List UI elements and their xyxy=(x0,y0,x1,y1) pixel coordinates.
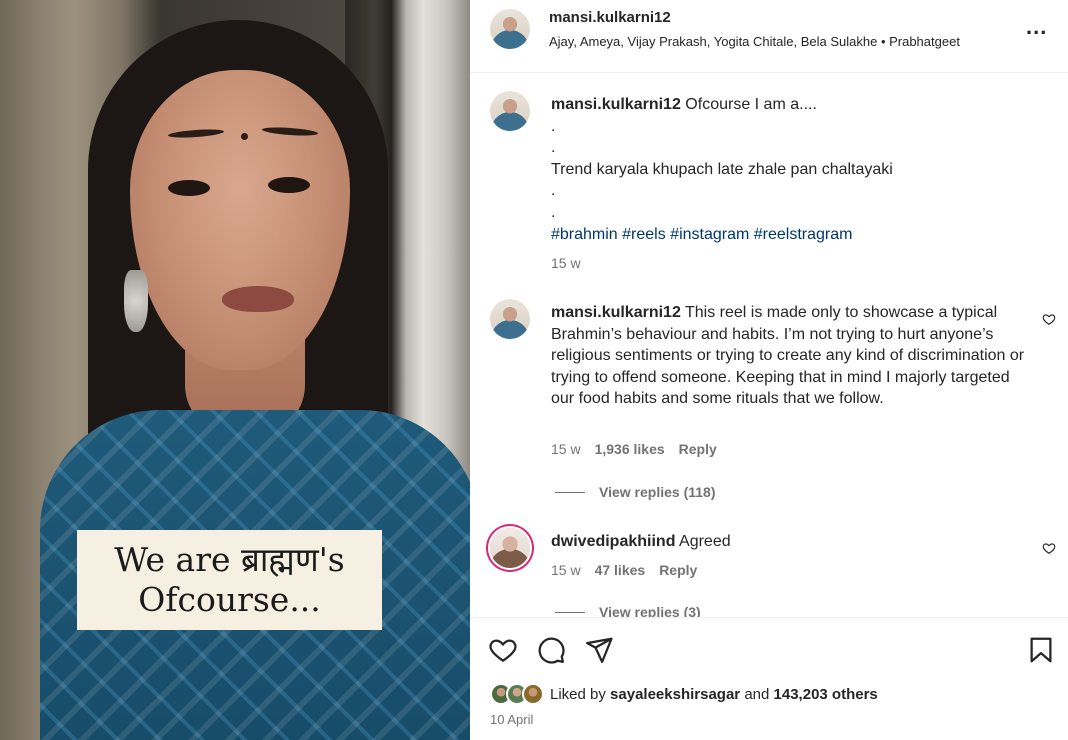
comment-username[interactable]: mansi.kulkarni12 xyxy=(551,304,681,321)
caption-dot: . xyxy=(551,117,556,135)
more-icon[interactable]: ... xyxy=(1026,14,1047,40)
view-replies-label: View replies (118) xyxy=(599,484,716,500)
liked-by-others[interactable]: 143,203 others xyxy=(774,686,878,703)
lips xyxy=(222,286,294,312)
caption-line-2: Trend karyala khupach late zhale pan cha… xyxy=(551,160,893,178)
caption-hashtags[interactable]: #brahmin #reels #instagram #reelstragram xyxy=(551,226,852,243)
caption-username[interactable]: mansi.kulkarni12 xyxy=(551,96,681,113)
view-replies-button[interactable]: View replies (3) xyxy=(555,604,701,617)
caption-dot: . xyxy=(551,182,556,200)
comment-meta: 15 w 47 likes Reply xyxy=(551,562,697,578)
left-eye xyxy=(168,180,210,196)
caption-meta: 15 w xyxy=(551,255,581,271)
caption-dot: . xyxy=(551,139,556,157)
caption-line-1: Ofcourse I am a.... xyxy=(685,96,817,113)
post-date[interactable]: 10 April xyxy=(490,712,533,727)
liker-avatar xyxy=(522,683,544,705)
liked-by-and: and xyxy=(744,685,770,703)
author-avatar[interactable] xyxy=(490,9,530,49)
caption-time[interactable]: 15 w xyxy=(551,255,581,271)
post-details-panel: mansi.kulkarni12 Ajay, Ameya, Vijay Prak… xyxy=(470,0,1068,740)
comment-avatar[interactable] xyxy=(490,299,530,339)
view-replies-button[interactable]: View replies (118) xyxy=(555,484,715,500)
liker-avatars xyxy=(490,683,544,705)
caption-text: mansi.kulkarni12 Ofcourse I am a.... . .… xyxy=(551,94,1031,245)
share-icon[interactable] xyxy=(584,635,614,665)
liked-by-prefix: Liked by xyxy=(550,685,606,703)
reply-button[interactable]: Reply xyxy=(659,562,697,578)
comment-likes[interactable]: 1,936 likes xyxy=(595,441,665,457)
likes-summary[interactable]: Liked by sayaleekshirsagar and 143,203 o… xyxy=(490,683,878,705)
heart-icon[interactable] xyxy=(488,635,518,665)
overlay-line-2: Ofcourse... xyxy=(138,580,321,619)
bindi xyxy=(241,133,248,140)
earring xyxy=(124,270,148,332)
comment-body: Agreed xyxy=(679,533,731,550)
author-username[interactable]: mansi.kulkarni12 xyxy=(549,9,671,26)
bookmark-icon[interactable] xyxy=(1026,635,1056,665)
divider xyxy=(555,611,585,613)
liked-by-user[interactable]: sayaleekshirsagar xyxy=(610,686,740,703)
video-text-overlay: We are ब्राह्मण's Ofcourse... xyxy=(77,530,382,630)
caption-author-avatar[interactable] xyxy=(490,91,530,131)
small-heart-icon[interactable] xyxy=(1042,541,1056,555)
right-eye xyxy=(268,177,310,193)
view-replies-label: View replies (3) xyxy=(599,604,701,617)
small-heart-icon[interactable] xyxy=(1042,312,1056,326)
comment-avatar[interactable] xyxy=(490,528,530,568)
divider xyxy=(555,491,585,493)
comments-section[interactable]: mansi.kulkarni12 Ofcourse I am a.... . .… xyxy=(470,74,1068,617)
comment-text: dwivedipakhiind Agreed xyxy=(551,531,1031,553)
comment-likes[interactable]: 47 likes xyxy=(595,562,646,578)
comment-username[interactable]: dwivedipakhiind xyxy=(551,533,675,550)
comment-text: mansi.kulkarni12 This reel is made only … xyxy=(551,302,1026,410)
reel-video[interactable]: We are ब्राह्मण's Ofcourse... xyxy=(0,0,470,740)
reply-button[interactable]: Reply xyxy=(679,441,717,457)
post-header: mansi.kulkarni12 Ajay, Ameya, Vijay Prak… xyxy=(470,0,1068,73)
comment-meta: 15 w 1,936 likes Reply xyxy=(551,441,717,457)
comment-time[interactable]: 15 w xyxy=(551,441,581,457)
comment-time[interactable]: 15 w xyxy=(551,562,581,578)
comment-icon[interactable] xyxy=(536,635,566,665)
audio-track-link[interactable]: Ajay, Ameya, Vijay Prakash, Yogita Chita… xyxy=(549,34,960,49)
liked-by-text: Liked by sayaleekshirsagar and 143,203 o… xyxy=(550,686,878,703)
caption-dot: . xyxy=(551,203,556,221)
post-actions-bar xyxy=(470,617,1068,740)
overlay-line-1: We are ब्राह्मण's xyxy=(114,540,345,579)
